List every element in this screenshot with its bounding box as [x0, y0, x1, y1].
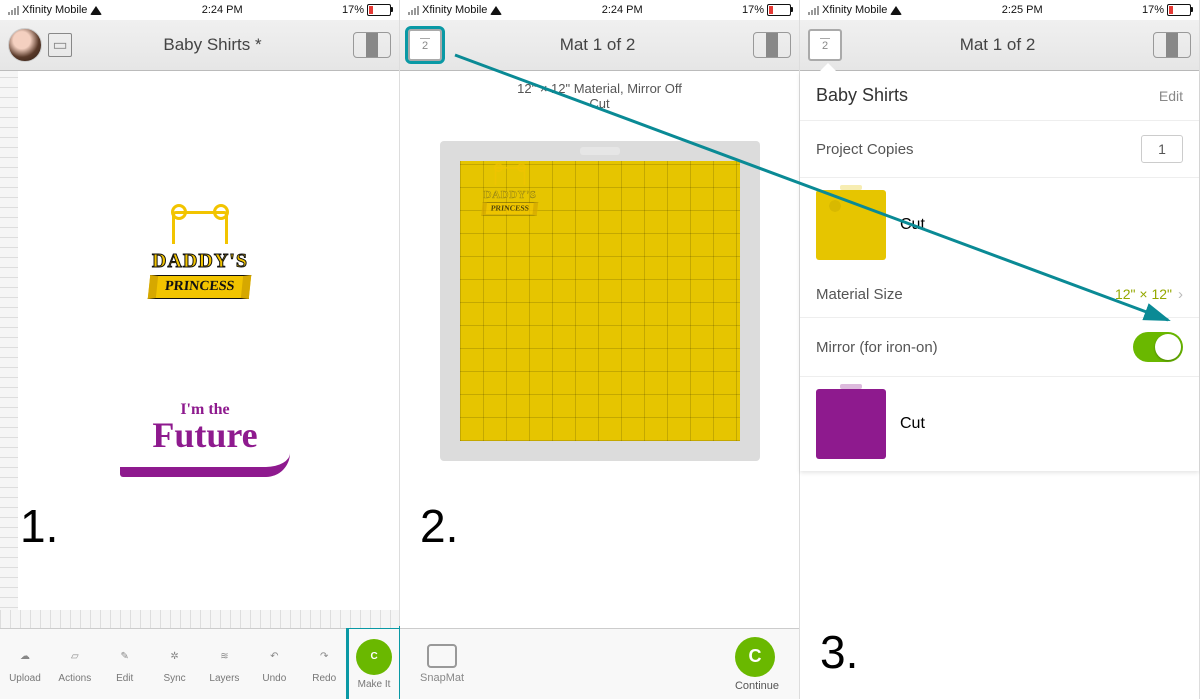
wifi-icon: [90, 6, 102, 15]
undo-icon: ↶: [260, 645, 288, 669]
battery-icon: [1167, 4, 1191, 16]
copies-input[interactable]: 1: [1141, 135, 1183, 163]
status-bar: Xfinity Mobile 2:24 PM 17%: [400, 0, 799, 20]
ruler-horizontal: [0, 610, 399, 628]
design-canvas[interactable]: DADDY'S PRINCESS I'm the Future 1.: [0, 71, 399, 628]
crown-icon: [172, 211, 228, 244]
material-size-row[interactable]: Material Size 12" × 12" ›: [800, 272, 1199, 318]
wifi-icon: [490, 6, 502, 15]
step-number-3: 3.: [820, 625, 858, 679]
mat-design-preview: DADDY'S PRINCESS: [466, 167, 554, 215]
actions-button[interactable]: ▱Actions: [50, 629, 100, 699]
phone-screen-3: Xfinity Mobile 2:25 PM 17% 2 Mat 1 of 2 …: [800, 0, 1200, 699]
actions-icon: ▱: [61, 645, 89, 669]
project-title: Baby Shirts *: [72, 35, 353, 55]
mat-2-row[interactable]: Cut: [800, 377, 1199, 471]
signal-icon: [808, 6, 819, 15]
view-toggle[interactable]: [353, 32, 391, 58]
mirror-toggle[interactable]: [1133, 332, 1183, 362]
project-name-row: Baby Shirts Edit: [800, 71, 1199, 121]
carrier-label: Xfinity Mobile: [22, 4, 87, 16]
header: 2 Mat 1 of 2: [400, 20, 799, 71]
header: 2 Mat 1 of 2: [800, 20, 1199, 71]
carrier-label: Xfinity Mobile: [422, 4, 487, 16]
save-icon[interactable]: ▭: [48, 33, 72, 57]
mat-title: Mat 1 of 2: [442, 35, 753, 55]
copies-label: Project Copies: [816, 141, 914, 158]
battery-percent: 17%: [742, 4, 764, 16]
wifi-icon: [890, 6, 902, 15]
mirror-row: Mirror (for iron-on): [800, 318, 1199, 377]
design-im-the-future[interactable]: I'm the Future: [120, 401, 290, 477]
edit-link[interactable]: Edit: [1159, 88, 1183, 104]
mat-preview-area: 12" × 12" Material, Mirror Off Cut DADDY…: [400, 71, 799, 628]
upload-icon: ☁: [11, 645, 39, 669]
battery-icon: [367, 4, 391, 16]
edit-icon: ✎: [111, 645, 139, 669]
project-copies-row: Project Copies 1: [800, 121, 1199, 178]
phone-screen-1: Xfinity Mobile 2:24 PM 17% ▭ Baby Shirts…: [0, 0, 400, 699]
redo-icon: ↷: [310, 645, 338, 669]
clock: 2:24 PM: [202, 4, 243, 16]
mat-info: 12" × 12" Material, Mirror Off Cut: [517, 71, 682, 121]
avatar[interactable]: [8, 28, 42, 62]
mat-count-button[interactable]: 2: [408, 29, 442, 61]
camera-icon: [427, 644, 457, 668]
sync-button[interactable]: ✲Sync: [150, 629, 200, 699]
mat-thumb-purple: [816, 389, 886, 459]
carrier-label: Xfinity Mobile: [822, 4, 887, 16]
mat-cut-label: Cut: [900, 216, 925, 234]
header: ▭ Baby Shirts *: [0, 20, 399, 71]
signal-icon: [8, 6, 19, 15]
mat-count-button[interactable]: 2: [808, 29, 842, 61]
snapmat-button[interactable]: SnapMat: [420, 644, 464, 684]
edit-button[interactable]: ✎Edit: [100, 629, 150, 699]
size-label: Material Size: [816, 286, 903, 303]
view-toggle[interactable]: [1153, 32, 1191, 58]
mat-settings-panel: Baby Shirts Edit Project Copies 1 Cut Ma…: [800, 71, 1199, 699]
layers-icon: ≋: [210, 645, 238, 669]
battery-icon: [767, 4, 791, 16]
continue-button[interactable]: CContinue: [735, 637, 779, 692]
design-daddys-princess[interactable]: DADDY'S PRINCESS: [120, 211, 280, 299]
status-bar: Xfinity Mobile 2:25 PM 17%: [800, 0, 1199, 20]
toolbar: ☁Upload ▱Actions ✎Edit ✲Sync ≋Layers ↶Un…: [0, 628, 399, 699]
mat-grid: DADDY'S PRINCESS: [460, 161, 740, 441]
status-bar: Xfinity Mobile 2:24 PM 17%: [0, 0, 399, 20]
mat-title: Mat 1 of 2: [842, 35, 1153, 55]
make-it-icon: C: [356, 639, 392, 675]
project-name: Baby Shirts: [816, 85, 908, 106]
signal-icon: [408, 6, 419, 15]
mat-1-row[interactable]: Cut: [800, 178, 1199, 272]
step-number-2: 2.: [420, 499, 458, 553]
make-it-button[interactable]: CMake It: [349, 629, 399, 699]
view-toggle[interactable]: [753, 32, 791, 58]
mirror-label: Mirror (for iron-on): [816, 339, 938, 356]
mat-cut-label: Cut: [900, 415, 925, 433]
phone-screen-2: Xfinity Mobile 2:24 PM 17% 2 Mat 1 of 2 …: [400, 0, 800, 699]
ruler-vertical: [0, 71, 18, 628]
clock: 2:25 PM: [1002, 4, 1043, 16]
cutting-mat[interactable]: DADDY'S PRINCESS: [440, 141, 760, 461]
upload-button[interactable]: ☁Upload: [0, 629, 50, 699]
redo-button[interactable]: ↷Redo: [299, 629, 349, 699]
layers-button[interactable]: ≋Layers: [200, 629, 250, 699]
undo-button[interactable]: ↶Undo: [249, 629, 299, 699]
clock: 2:24 PM: [602, 4, 643, 16]
battery-percent: 17%: [1142, 4, 1164, 16]
size-value: 12" × 12": [1115, 286, 1172, 302]
bottom-bar: SnapMat CContinue: [400, 628, 799, 699]
mat-thumb-yellow: [816, 190, 886, 260]
sync-icon: ✲: [161, 645, 189, 669]
chevron-right-icon: ›: [1178, 286, 1183, 303]
continue-icon: C: [735, 637, 775, 677]
step-number-1: 1.: [20, 499, 58, 553]
battery-percent: 17%: [342, 4, 364, 16]
